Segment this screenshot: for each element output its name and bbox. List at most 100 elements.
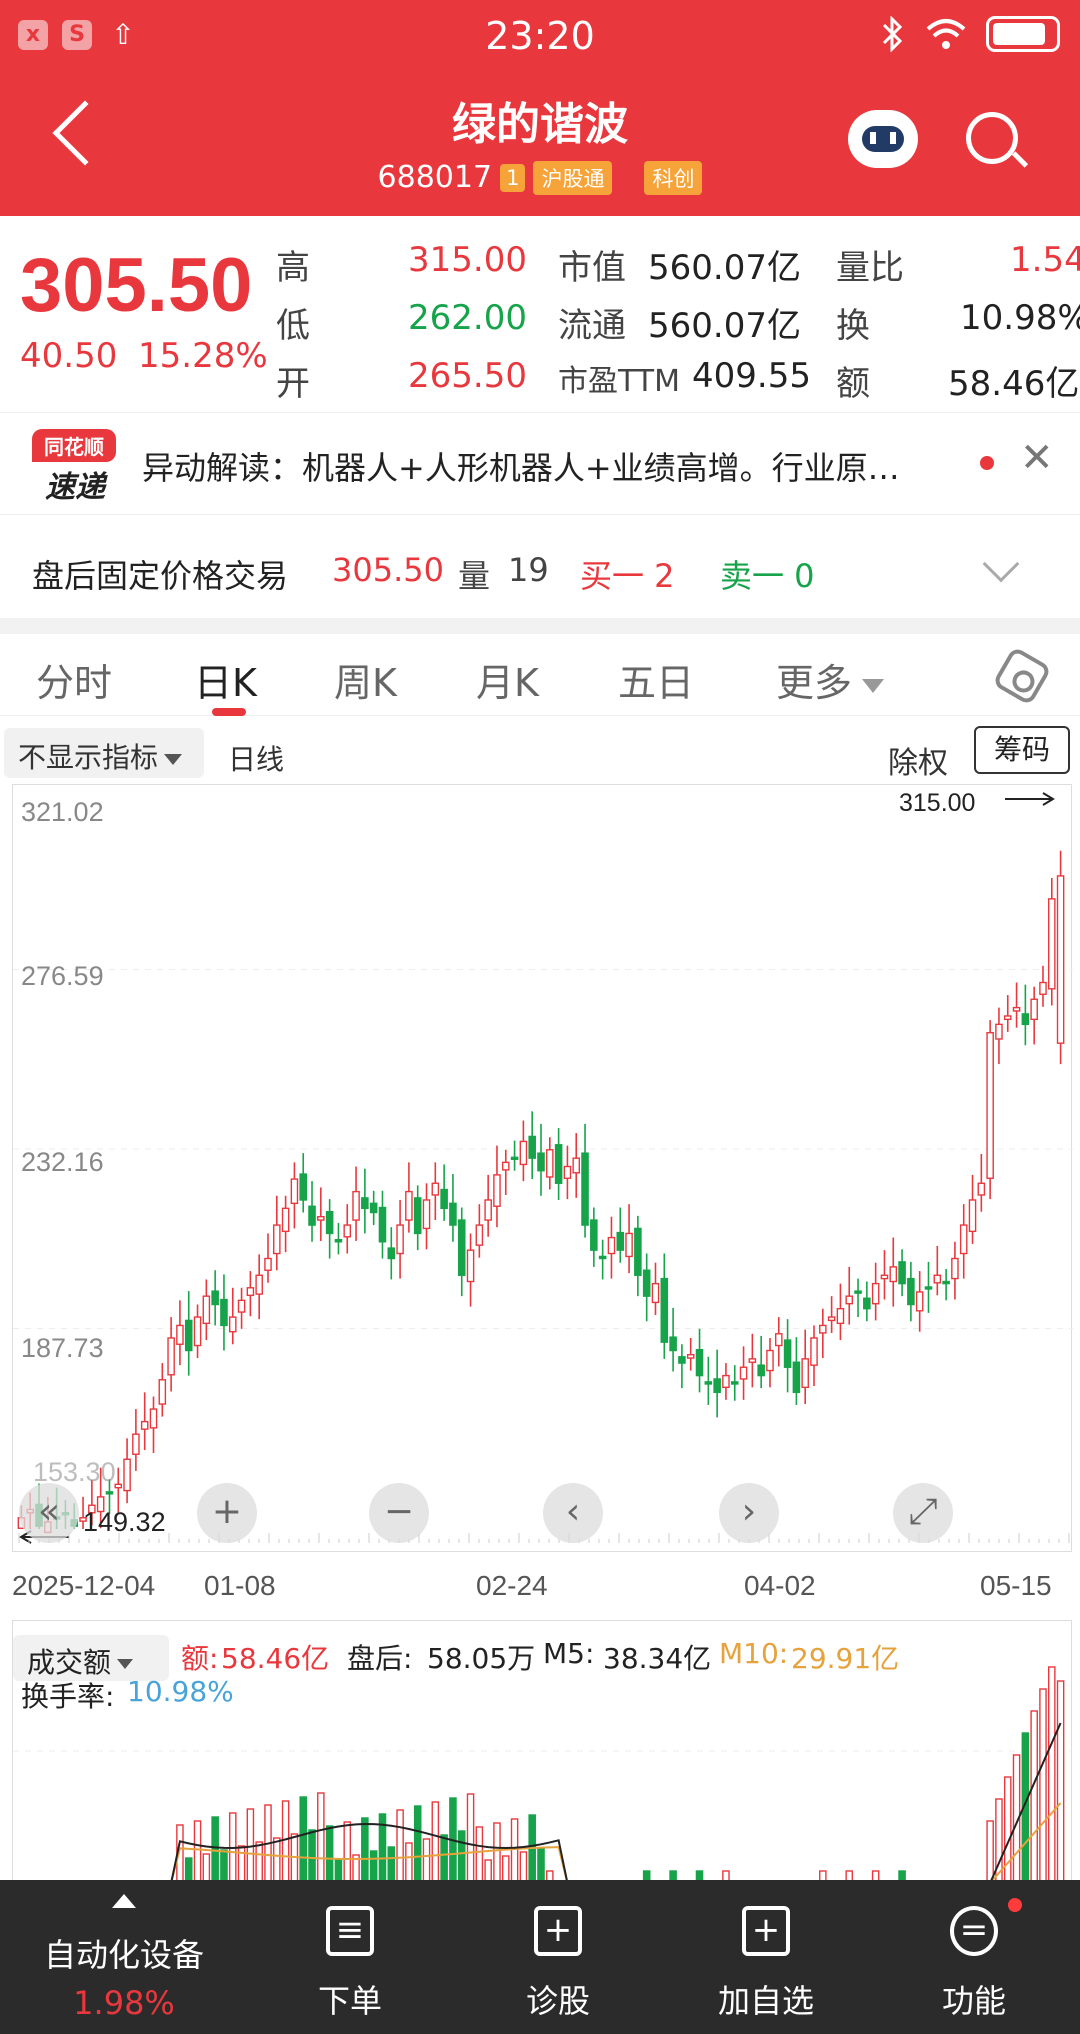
news-logo-top: 同花顺 xyxy=(32,429,116,462)
prev-button[interactable]: ‹ xyxy=(543,1483,603,1543)
jump-start-button[interactable]: « xyxy=(19,1483,79,1543)
candle-up xyxy=(915,1291,924,1312)
turnover-value: 10.98% xyxy=(960,298,1080,338)
candle-up xyxy=(264,1257,272,1271)
y-tick-label: 321.02 xyxy=(21,797,104,827)
volume-bar-up xyxy=(845,1870,854,1880)
candle-up xyxy=(123,1458,131,1492)
document-icon: ≡ xyxy=(326,1906,374,1956)
nav-diagnose[interactable]: + 诊股 xyxy=(458,1880,658,2034)
candle-up xyxy=(246,1287,255,1297)
news-text[interactable]: 异动解读：机器人+人形机器人+业绩高增。行业原… xyxy=(142,443,982,489)
volume-bar-up xyxy=(202,1853,211,1880)
sector-name: 自动化设备 xyxy=(43,1936,204,1974)
kline-chart[interactable]: 321.02 276.59 232.16 187.73 149.32 153.3… xyxy=(12,784,1073,1552)
vol-amount: 58.46亿 xyxy=(221,1642,330,1675)
candle-up xyxy=(493,1174,501,1207)
candle-up xyxy=(739,1366,748,1380)
candle-down xyxy=(660,1277,669,1343)
news-banner[interactable]: 同花顺 速递 异动解读：机器人+人形机器人+业绩高增。行业原… ✕ xyxy=(0,412,1080,514)
vol-after: 58.05万 xyxy=(427,1642,536,1675)
candle-down xyxy=(695,1348,704,1377)
vr-value: 1.54 xyxy=(1010,240,1080,280)
header: x S ⇧ 23:20 绿的谐波 688017 1 沪股通 科创 xyxy=(0,0,1080,216)
close-icon[interactable]: ✕ xyxy=(1020,435,1054,481)
sector-indicator[interactable]: 自动化设备 1.98% xyxy=(0,1880,248,2034)
candle-up xyxy=(167,1337,175,1376)
min-price-label: 149.32 xyxy=(83,1507,166,1537)
candle-up xyxy=(281,1207,290,1233)
candle-up xyxy=(563,1165,572,1179)
fullscreen-icon[interactable]: ⤢ xyxy=(893,1483,953,1543)
mcap-value: 560.07亿 xyxy=(648,248,801,288)
chevron-down-icon xyxy=(164,753,183,765)
nav-functions[interactable]: = 功能 xyxy=(874,1880,1074,2034)
candle-up xyxy=(845,1295,854,1305)
candle-up xyxy=(158,1379,167,1405)
battery-icon xyxy=(986,16,1060,52)
amount-value: 58.46亿 xyxy=(948,364,1080,404)
tab-five-day[interactable]: 五日 xyxy=(618,652,694,707)
stock-code: 688017 xyxy=(377,160,493,195)
volume-bar-down xyxy=(334,1858,343,1880)
quote-panel: 305.50 40.50 15.28% 高 315.00 低 262.00 开 … xyxy=(0,216,1080,412)
indicator-dropdown[interactable]: 不显示指标 xyxy=(4,728,204,778)
zoom-in-button[interactable]: + xyxy=(197,1483,257,1543)
candle-up xyxy=(995,1023,1003,1040)
candle-up xyxy=(519,1140,528,1166)
nav-add-watchlist[interactable]: + 加自选 xyxy=(666,1880,866,2034)
zoom-out-button[interactable]: − xyxy=(369,1483,429,1543)
tab-weekly-k[interactable]: 周K xyxy=(334,652,397,707)
tab-intraday[interactable]: 分时 xyxy=(36,652,112,707)
chip-button[interactable]: 筹码 xyxy=(974,726,1070,774)
candle-up xyxy=(405,1190,413,1221)
volume-bar-up xyxy=(317,1792,325,1880)
candle-down xyxy=(528,1135,536,1159)
fq-toggle[interactable]: 除权 xyxy=(888,738,948,782)
vol-m10-label: M10: xyxy=(719,1637,789,1670)
candle-up xyxy=(836,1308,845,1325)
volume-bar-up xyxy=(273,1837,281,1880)
search-icon[interactable] xyxy=(966,112,1018,164)
volume-bar-down xyxy=(361,1817,369,1880)
next-button[interactable]: › xyxy=(719,1483,779,1543)
nav-add-watchlist-label: 加自选 xyxy=(717,1982,814,2020)
candle-down xyxy=(792,1361,801,1394)
volume-panel[interactable]: 成交额 额: 58.46亿 盘后: 58.05万 M5: 38.34亿 M10:… xyxy=(12,1620,1072,1880)
candle-down xyxy=(325,1210,334,1235)
candle-down xyxy=(616,1231,625,1251)
candle-down xyxy=(220,1298,228,1327)
volume-bar-up xyxy=(228,1812,237,1880)
candle-down xyxy=(105,1491,114,1495)
tag-1: 1 xyxy=(500,163,526,192)
diagnose-icon: + xyxy=(534,1906,582,1956)
volume-bar-down xyxy=(220,1849,228,1880)
nav-order[interactable]: ≡ 下单 xyxy=(250,1880,450,2034)
candle-up xyxy=(228,1316,237,1333)
tab-more[interactable]: 更多 xyxy=(776,652,885,707)
candle-up xyxy=(1048,898,1056,990)
news-logo: 同花顺 速递 xyxy=(32,429,118,505)
candle-down xyxy=(783,1339,792,1368)
candle-up xyxy=(748,1358,757,1363)
candle-up xyxy=(801,1358,809,1389)
after-hours-trade[interactable]: 盘后固定价格交易 305.50 量 19 买一 2 卖一 0 xyxy=(0,514,1080,618)
wifi-icon xyxy=(926,19,966,49)
x-tick-label: 01-08 xyxy=(204,1570,276,1601)
tab-monthly-k[interactable]: 月K xyxy=(476,652,539,707)
status-bar: x S ⇧ 23:20 xyxy=(0,0,1080,70)
menu-icon: = xyxy=(950,1906,998,1956)
volume-bar-up xyxy=(431,1801,440,1880)
y-tick-label: 187.73 xyxy=(21,1333,104,1363)
volume-bar-up xyxy=(255,1841,263,1880)
volume-bar-up xyxy=(501,1855,510,1880)
chevron-down-icon[interactable] xyxy=(982,545,1020,583)
volume-bar-up xyxy=(1056,1680,1065,1880)
candle-up xyxy=(237,1299,246,1313)
price-change: 40.50 xyxy=(20,336,118,376)
tab-daily-k[interactable]: 日K xyxy=(194,652,257,707)
candle-down xyxy=(924,1286,933,1290)
robot-assistant-icon[interactable] xyxy=(848,110,918,168)
after-hours-vol-label: 量 xyxy=(458,557,491,595)
candle-down xyxy=(334,1239,343,1243)
